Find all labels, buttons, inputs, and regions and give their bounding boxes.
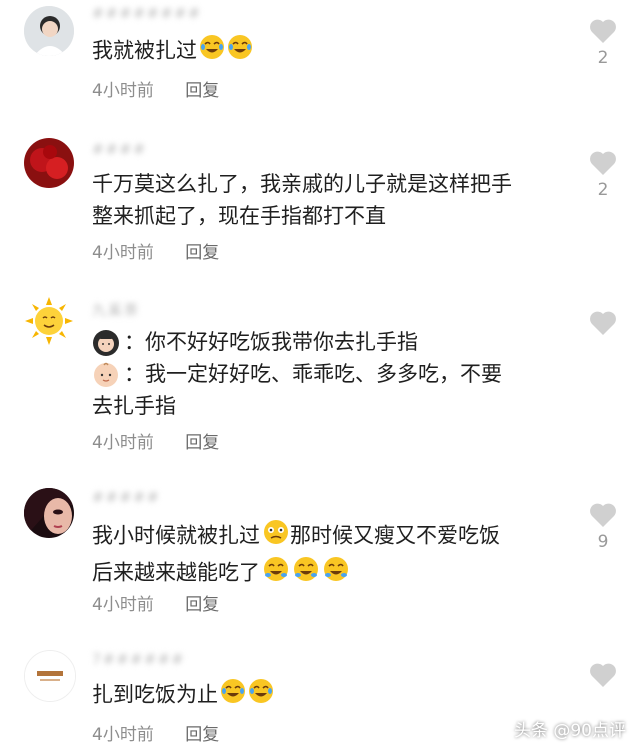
like-count: 9 (597, 532, 609, 552)
username[interactable]: 7###### (92, 652, 185, 668)
text-line: 整来抓起了，现在手指都打不直 (92, 204, 386, 228)
crying-laugh-emoji-icon (262, 555, 290, 592)
timestamp: 4小时前 (92, 81, 154, 101)
heart-icon (590, 311, 616, 335)
username[interactable]: 九奚荼 (92, 300, 140, 320)
heart-icon (590, 663, 616, 687)
heart-icon (590, 19, 616, 43)
like-count: 2 (597, 48, 609, 68)
timestamp: 4小时前 (92, 595, 154, 615)
comment-meta: 4小时前 回复 (92, 238, 219, 263)
worried-emoji-icon (262, 518, 290, 555)
baby-emoji-icon (92, 361, 120, 389)
like-button[interactable]: 9 (586, 502, 620, 552)
avatar[interactable] (24, 488, 74, 538)
comment-meta: 4小时前 回复 (92, 76, 219, 101)
comment-text: 千万莫这么扎了，我亲戚的儿子就是这样把手 整来抓起了，现在手指都打不直 (92, 168, 572, 232)
comment-meta: 4小时前 回复 (92, 428, 219, 453)
like-button[interactable] (586, 310, 620, 340)
username[interactable]: #### (92, 142, 147, 158)
crying-laugh-emoji-icon (292, 555, 320, 592)
comment-text: 扎到吃饭为止 (92, 678, 572, 713)
comment-text: 我就被扎过 (92, 34, 572, 69)
watermark: 头条 @90点评 (513, 721, 626, 741)
heart-icon (590, 151, 616, 175)
woman-emoji-icon (92, 329, 120, 357)
reply-button[interactable]: 回复 (185, 76, 219, 101)
like-button[interactable]: 2 (586, 18, 620, 68)
avatar[interactable] (24, 296, 74, 346)
username[interactable]: ######## (92, 6, 202, 22)
timestamp: 4小时前 (92, 243, 154, 263)
reply-button[interactable]: 回复 (185, 428, 219, 453)
timestamp: 4小时前 (92, 725, 154, 745)
like-button[interactable]: 2 (586, 150, 620, 200)
reply-button[interactable]: 回复 (185, 720, 219, 745)
laughing-tears-emoji-icon (220, 678, 246, 713)
username[interactable]: ##### (92, 490, 161, 506)
laughing-tears-emoji-icon (227, 34, 253, 69)
comment-meta: 4小时前 回复 (92, 590, 219, 615)
crying-laugh-emoji-icon (322, 555, 350, 592)
reply-button[interactable]: 回复 (185, 238, 219, 263)
avatar[interactable] (24, 6, 74, 56)
text-line: 去扎手指 (92, 394, 176, 418)
avatar[interactable] (24, 138, 74, 188)
heart-icon (590, 503, 616, 527)
laughing-tears-emoji-icon (199, 34, 225, 69)
reply-button[interactable]: 回复 (185, 590, 219, 615)
comment-text: 我小时候就被扎过 那时候又瘦又不爱吃饭 后来越来越能吃了 (92, 518, 572, 592)
text-line: 千万莫这么扎了，我亲戚的儿子就是这样把手 (92, 172, 512, 196)
like-count: 2 (597, 180, 609, 200)
comment-text: ：你不好好吃饭我带你去扎手指 ：我一定好好吃、乖乖吃、多多吃，不要 去扎手指 (92, 326, 572, 422)
timestamp: 4小时前 (92, 433, 154, 453)
laughing-tears-emoji-icon (248, 678, 274, 713)
like-button[interactable] (586, 662, 620, 692)
avatar[interactable] (24, 650, 76, 702)
comment-meta: 4小时前 回复 (92, 720, 219, 745)
